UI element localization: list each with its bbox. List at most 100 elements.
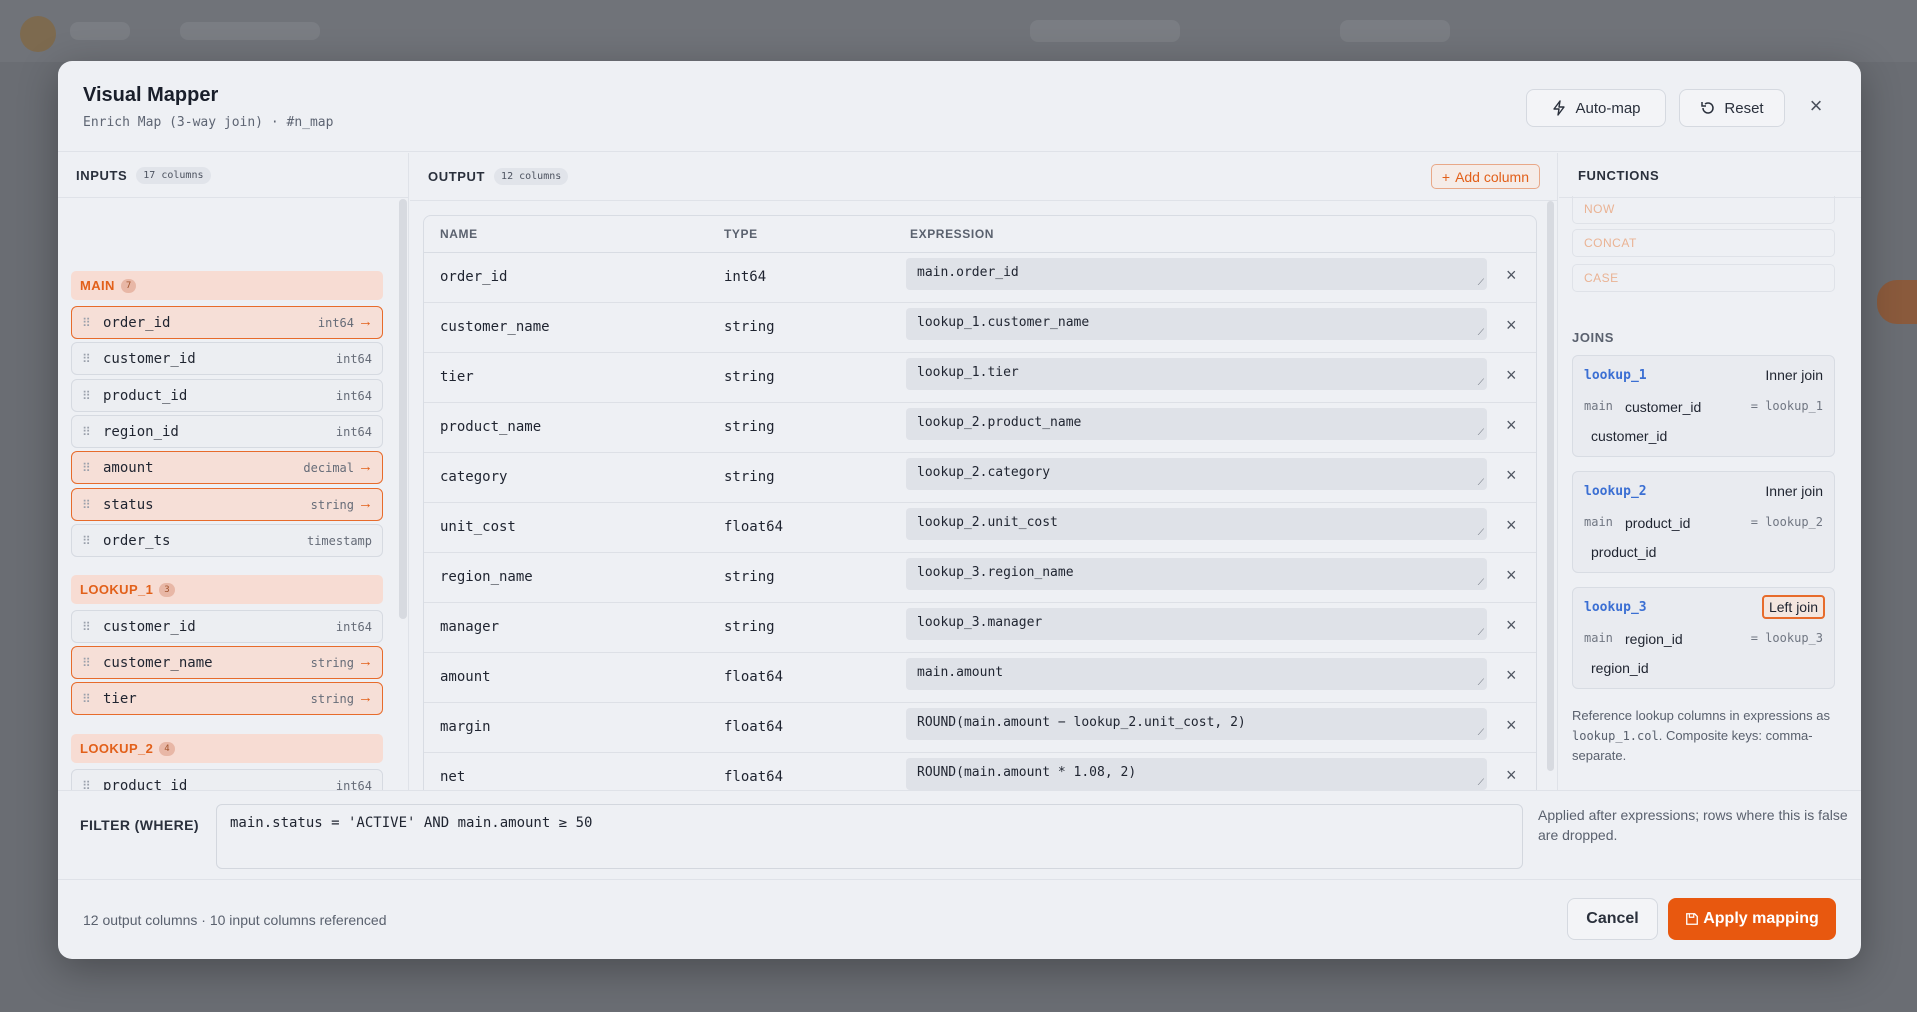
drag-handle-icon[interactable]: ⠿ (82, 692, 91, 706)
resize-handle-icon[interactable]: ⟋ (1478, 328, 1484, 338)
add-column-button[interactable]: + Add column (1430, 164, 1540, 189)
output-scrollbar[interactable] (1547, 201, 1554, 771)
input-column[interactable]: ⠿ region_id int64 (71, 415, 383, 448)
expression-input[interactable]: ROUND(main.amount − lookup_2.unit_cost, … (906, 708, 1487, 740)
resize-handle-icon[interactable]: ⟋ (1478, 678, 1484, 688)
row-name[interactable]: category (440, 469, 507, 485)
row-type[interactable]: float64 (724, 719, 783, 735)
input-column[interactable]: ⠿ customer_id int64 (71, 342, 383, 375)
join-key-input[interactable]: customer_id (1591, 428, 1667, 444)
resize-handle-icon[interactable]: ⟋ (1478, 778, 1484, 788)
row-type[interactable]: float64 (724, 769, 783, 785)
expression-input[interactable]: main.order_id ⟋ (906, 258, 1487, 290)
resize-handle-icon[interactable]: ⟋ (1478, 628, 1484, 638)
row-name[interactable]: region_name (440, 569, 533, 585)
remove-row-icon[interactable]: × (1506, 615, 1517, 636)
expression-input[interactable]: main.amount ⟋ (906, 658, 1487, 690)
join-key-input[interactable]: product_id (1625, 515, 1690, 531)
expression-input[interactable]: lookup_3.region_name ⟋ (906, 558, 1487, 590)
drag-handle-icon[interactable]: ⠿ (82, 498, 91, 512)
resize-handle-icon[interactable]: ⟋ (1478, 378, 1484, 388)
row-name[interactable]: margin (440, 719, 491, 735)
drag-handle-icon[interactable]: ⠿ (82, 656, 91, 670)
drag-handle-icon[interactable]: ⠿ (82, 352, 91, 366)
input-column[interactable]: ⠿ status string → (71, 488, 383, 521)
arrow-right-icon[interactable]: → (358, 653, 373, 670)
join-key-input[interactable]: customer_id (1625, 399, 1701, 415)
apply-mapping-button[interactable]: Apply mapping (1668, 898, 1836, 940)
row-type[interactable]: string (724, 319, 775, 335)
row-name[interactable]: net (440, 769, 465, 785)
function-item-now[interactable]: NOW (1572, 196, 1835, 224)
expression-input[interactable]: lookup_3.manager ⟋ (906, 608, 1487, 640)
close-icon[interactable]: × (1805, 95, 1827, 117)
row-name[interactable]: unit_cost (440, 519, 516, 535)
function-item-case[interactable]: CASE (1572, 264, 1835, 292)
join-key-input[interactable]: product_id (1591, 544, 1656, 560)
row-name[interactable]: order_id (440, 269, 507, 285)
inputs-scrollbar[interactable] (399, 199, 407, 619)
expression-input[interactable]: lookup_2.unit_cost ⟋ (906, 508, 1487, 540)
row-name[interactable]: customer_name (440, 319, 550, 335)
join-type-select[interactable]: Left join (1761, 595, 1825, 619)
expression-input[interactable]: ROUND(main.amount * 1.08, 2) ⟋ (906, 758, 1487, 790)
remove-row-icon[interactable]: × (1506, 715, 1517, 736)
drag-handle-icon[interactable]: ⠿ (82, 534, 91, 548)
arrow-right-icon[interactable]: → (358, 458, 373, 475)
remove-row-icon[interactable]: × (1506, 415, 1517, 436)
expression-input[interactable]: lookup_2.category ⟋ (906, 458, 1487, 490)
remove-row-icon[interactable]: × (1506, 665, 1517, 686)
row-type[interactable]: float64 (724, 669, 783, 685)
join-key-input[interactable]: region_id (1591, 660, 1649, 676)
input-column[interactable]: ⠿ order_id int64 → (71, 306, 383, 339)
resize-handle-icon[interactable]: ⟋ (1478, 278, 1484, 288)
drag-handle-icon[interactable]: ⠿ (82, 425, 91, 439)
expression-input[interactable]: lookup_1.customer_name ⟋ (906, 308, 1487, 340)
resize-handle-icon[interactable]: ⟋ (1478, 728, 1484, 738)
resize-handle-icon[interactable]: ⟋ (1478, 578, 1484, 588)
drag-handle-icon[interactable]: ⠿ (82, 620, 91, 634)
row-type[interactable]: string (724, 419, 775, 435)
join-key-input[interactable]: region_id (1625, 631, 1683, 647)
drag-handle-icon[interactable]: ⠿ (82, 389, 91, 403)
reset-button[interactable]: Reset (1679, 89, 1785, 127)
resize-handle-icon[interactable]: ⟋ (1478, 478, 1484, 488)
row-type[interactable]: string (724, 369, 775, 385)
input-group-main[interactable]: MAIN 7 (71, 271, 383, 300)
input-column[interactable]: ⠿ amount decimal → (71, 451, 383, 484)
auto-map-button[interactable]: Auto-map (1526, 89, 1666, 127)
input-group-lookup-2[interactable]: LOOKUP_2 4 (71, 734, 383, 763)
resize-handle-icon[interactable]: ⟋ (1478, 528, 1484, 538)
input-column[interactable]: ⠿ product_id int64 (71, 769, 383, 790)
row-type[interactable]: float64 (724, 519, 783, 535)
arrow-right-icon[interactable]: → (358, 495, 373, 512)
input-column[interactable]: ⠿ product_id int64 (71, 379, 383, 412)
row-type[interactable]: int64 (724, 269, 766, 285)
expression-input[interactable]: lookup_2.product_name ⟋ (906, 408, 1487, 440)
input-group-lookup-1[interactable]: LOOKUP_1 3 (71, 575, 383, 604)
remove-row-icon[interactable]: × (1506, 465, 1517, 486)
input-column[interactable]: ⠿ tier string → (71, 682, 383, 715)
remove-row-icon[interactable]: × (1506, 765, 1517, 786)
input-column[interactable]: ⠿ customer_name string → (71, 646, 383, 679)
remove-row-icon[interactable]: × (1506, 265, 1517, 286)
row-name[interactable]: manager (440, 619, 499, 635)
drag-handle-icon[interactable]: ⠿ (82, 779, 91, 790)
row-name[interactable]: amount (440, 669, 491, 685)
row-type[interactable]: string (724, 469, 775, 485)
arrow-right-icon[interactable]: → (358, 313, 373, 330)
remove-row-icon[interactable]: × (1506, 565, 1517, 586)
drag-handle-icon[interactable]: ⠿ (82, 461, 91, 475)
remove-row-icon[interactable]: × (1506, 515, 1517, 536)
row-name[interactable]: product_name (440, 419, 541, 435)
remove-row-icon[interactable]: × (1506, 365, 1517, 386)
row-type[interactable]: string (724, 569, 775, 585)
arrow-right-icon[interactable]: → (358, 689, 373, 706)
function-item-concat[interactable]: CONCAT (1572, 229, 1835, 257)
cancel-button[interactable]: Cancel (1567, 898, 1658, 940)
filter-input[interactable]: main.status = 'ACTIVE' AND main.amount ≥… (216, 804, 1523, 869)
input-column[interactable]: ⠿ customer_id int64 (71, 610, 383, 643)
expression-input[interactable]: lookup_1.tier ⟋ (906, 358, 1487, 390)
row-name[interactable]: tier (440, 369, 474, 385)
remove-row-icon[interactable]: × (1506, 315, 1517, 336)
